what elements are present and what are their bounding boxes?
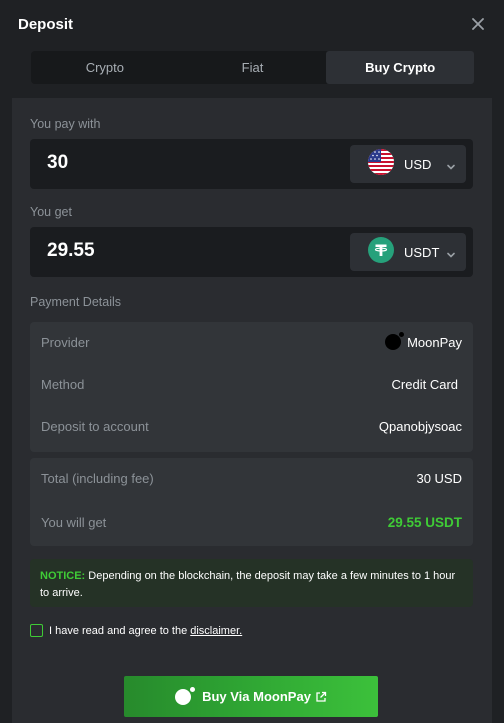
total-label: Total (including fee) [41, 471, 154, 486]
buy-button-label: Buy Via MoonPay [202, 689, 311, 704]
agreement-row: I have read and agree to the disclaimer. [30, 624, 242, 637]
moonpay-logo-icon [175, 686, 196, 705]
get-currency-code: USDT [404, 244, 440, 260]
chevron-down-icon [446, 159, 456, 177]
deposit-account-label: Deposit to account [41, 419, 149, 434]
tab-buy-crypto[interactable]: Buy Crypto [326, 51, 475, 84]
total-value: 30 USD [416, 471, 462, 486]
will-get-label: You will get [41, 515, 107, 530]
will-get-value: 29.55 USDT [387, 515, 462, 530]
notice-tag: NOTICE: [40, 570, 86, 582]
provider-value: MoonPay [385, 332, 462, 350]
method-value: Credit Card [391, 377, 458, 392]
method-label: Method [41, 377, 85, 392]
provider-label: Provider [41, 335, 90, 350]
dialog-title: Deposit [18, 16, 74, 33]
tab-crypto[interactable]: Crypto [31, 51, 179, 84]
agreement-text: I have read and agree to the [49, 624, 188, 637]
pay-currency-code: USD [404, 156, 432, 172]
get-label: You get [30, 205, 72, 219]
deposit-account-value: Qpanobjysoac [378, 419, 462, 434]
notice-box: NOTICE: Depending on the blockchain, the… [30, 559, 473, 607]
buy-via-moonpay-button[interactable]: Buy Via MoonPay [124, 676, 378, 717]
deposit-dialog: Deposit Crypto Fiat Buy Crypto You pay w… [0, 0, 504, 723]
payment-details-heading: Payment Details [30, 295, 122, 309]
dialog-header: Deposit [0, 0, 504, 50]
summary-card: Total (including fee) 30 USD You will ge… [30, 458, 473, 546]
moonpay-logo-icon [385, 332, 405, 350]
close-icon[interactable] [468, 14, 488, 34]
tab-fiat[interactable]: Fiat [179, 51, 327, 84]
notice-text: Depending on the blockchain, the deposit… [40, 570, 456, 599]
provider-name: MoonPay [407, 334, 462, 350]
payment-details-card: Provider MoonPay Method Credit Card Depo… [30, 322, 473, 452]
agree-checkbox[interactable] [30, 624, 43, 637]
get-currency-select[interactable]: USDT [350, 233, 466, 271]
pay-label: You pay with [30, 117, 101, 131]
pay-amount-value[interactable]: 30 [47, 152, 68, 174]
pay-currency-select[interactable]: USD [350, 145, 466, 183]
tether-icon [368, 236, 394, 268]
chevron-down-icon [446, 247, 456, 265]
us-flag-icon [368, 148, 394, 180]
deposit-tabs: Crypto Fiat Buy Crypto [31, 51, 475, 84]
pay-amount-field[interactable]: 30 USD [30, 139, 473, 189]
get-amount-value: 29.55 [47, 240, 95, 261]
external-link-icon [315, 691, 327, 703]
get-amount-field[interactable]: 29.55 USDT [30, 227, 473, 277]
disclaimer-link[interactable]: disclaimer. [190, 625, 242, 637]
